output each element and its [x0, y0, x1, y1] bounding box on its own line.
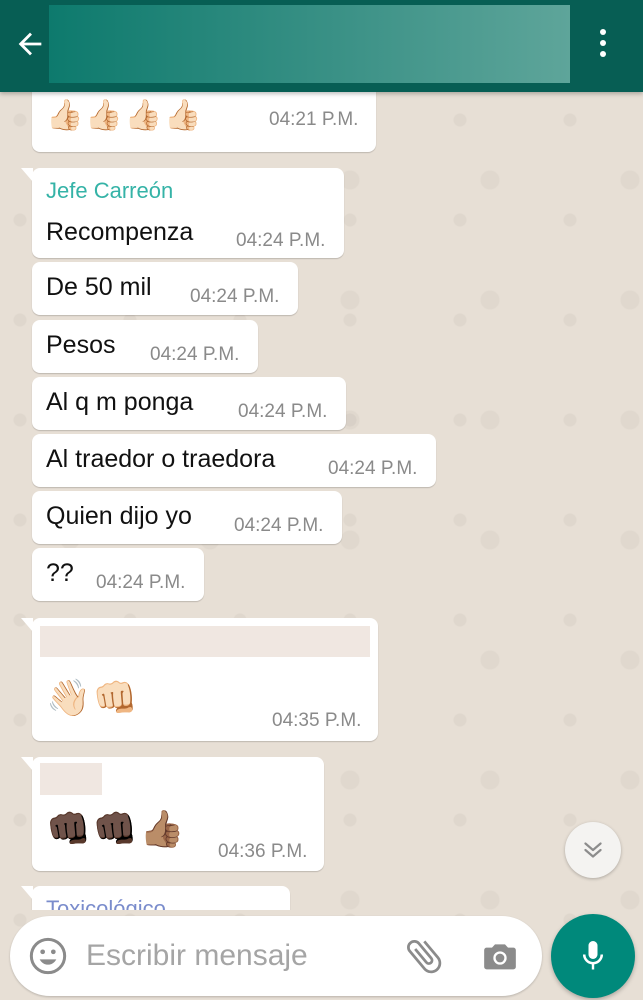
message-bubble[interactable]: Pesos 04:24 P.M.: [32, 320, 258, 373]
sender-name: Jefe Carreón: [46, 178, 174, 203]
message-time: 04:24 P.M.: [190, 286, 280, 307]
scroll-to-bottom-button[interactable]: [565, 822, 621, 878]
message-time: 04:24 P.M.: [236, 230, 326, 251]
message-emoji: 👊🏿👊🏿👍🏽: [46, 808, 187, 849]
message-bubble[interactable]: Toxicológico: [21, 886, 290, 910]
message-text: De 50 mil: [46, 273, 152, 301]
more-vertical-icon: [600, 29, 606, 35]
message-bubble[interactable]: Al traedor o traedora 04:24 P.M.: [32, 434, 436, 487]
contact-title-redacted[interactable]: [49, 5, 570, 83]
attach-button[interactable]: [402, 934, 446, 978]
message-bubble[interactable]: 👍🏻👍🏻👍🏻👍🏻 04:21 P.M.: [32, 92, 376, 152]
message-emoji: 👍🏻👍🏻👍🏻👍🏻: [46, 99, 204, 132]
message-bubble[interactable]: ?? 04:24 P.M.: [32, 548, 204, 601]
message-bubble[interactable]: 👊🏿👊🏿👍🏽 04:36 P.M.: [21, 757, 324, 871]
message-time: 04:24 P.M.: [328, 458, 418, 479]
voice-message-button[interactable]: [551, 914, 635, 998]
message-bubble[interactable]: 👋🏻👊🏻 04:35 P.M.: [21, 618, 378, 741]
message-time: 04:36 P.M.: [218, 841, 308, 862]
smiley-icon: [29, 937, 67, 975]
message-text: Recompenza: [46, 218, 194, 246]
camera-button[interactable]: [480, 936, 524, 976]
message-composer: [10, 916, 542, 996]
message-input[interactable]: [86, 934, 386, 978]
sender-name-redacted: [40, 626, 370, 657]
message-time: 04:21 P.M.: [269, 109, 359, 130]
message-text: Quien dijo yo: [46, 502, 192, 530]
message-bubble[interactable]: Jefe Carreón Recompenza 04:24 P.M.: [21, 168, 344, 258]
chat-header: [0, 0, 643, 92]
message-bubble[interactable]: De 50 mil 04:24 P.M.: [32, 262, 298, 315]
arrow-left-icon: [18, 32, 42, 56]
message-text: Pesos: [46, 331, 116, 359]
sender-name: Toxicológico: [46, 896, 166, 910]
message-emoji: 👋🏻👊🏻: [46, 677, 140, 718]
message-text: ??: [46, 559, 74, 587]
message-time: 04:24 P.M.: [234, 515, 324, 536]
sender-name-redacted: [40, 763, 102, 795]
message-time: 04:35 P.M.: [272, 710, 362, 731]
double-chevron-down-icon: [584, 842, 602, 858]
message-time: 04:24 P.M.: [150, 344, 240, 365]
message-text: Al traedor o traedora: [46, 445, 276, 473]
more-options-button[interactable]: [588, 22, 618, 64]
message-list[interactable]: 👍🏻👍🏻👍🏻👍🏻 04:21 P.M. Jefe Carreón Recompe…: [0, 92, 643, 910]
message-time: 04:24 P.M.: [238, 401, 328, 422]
emoji-button[interactable]: [28, 936, 68, 976]
message-time: 04:24 P.M.: [96, 572, 186, 593]
camera-icon: [484, 944, 516, 970]
message-bubble[interactable]: Quien dijo yo 04:24 P.M.: [32, 491, 342, 544]
back-button[interactable]: [10, 24, 50, 64]
message-bubble[interactable]: Al q m ponga 04:24 P.M.: [32, 377, 346, 430]
microphone-icon: [582, 941, 604, 970]
message-text: Al q m ponga: [46, 388, 194, 416]
paperclip-icon: [407, 940, 442, 974]
